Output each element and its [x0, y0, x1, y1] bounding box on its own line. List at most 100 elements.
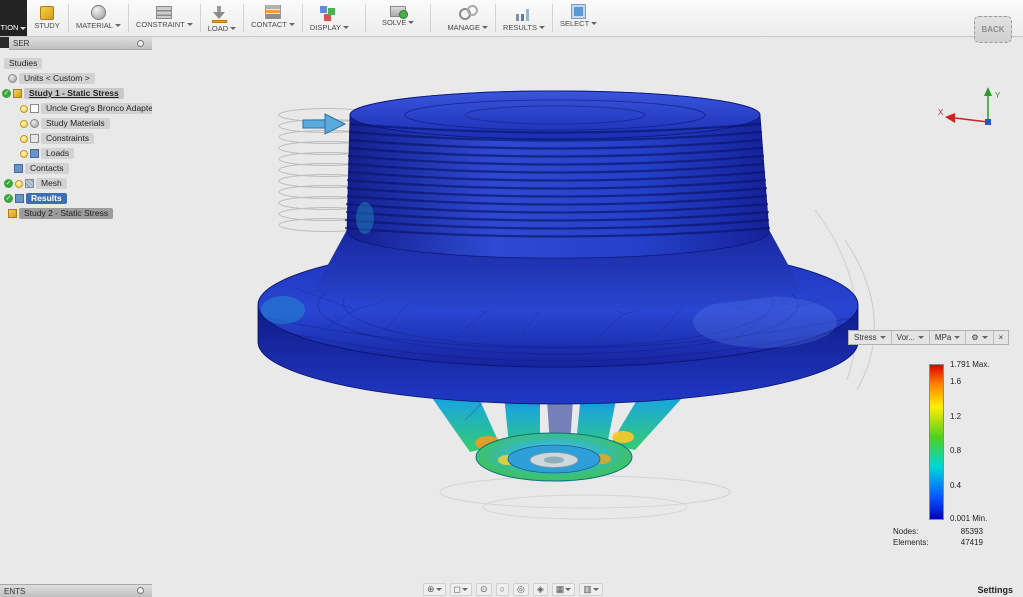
browser-panel: SER Studies Units < Custom > ✓ Study 1 -… [0, 37, 152, 221]
toolbar-label: MATERIAL [76, 21, 113, 30]
dropdown-caret-icon [982, 336, 988, 339]
dropdown-caret-icon [436, 588, 442, 591]
material-icon [91, 5, 106, 20]
toolbar-label: RESULTS [503, 23, 537, 32]
comments-panel-header: ENTS [0, 584, 152, 597]
model-hub [476, 433, 632, 481]
units-icon [8, 74, 17, 83]
toolbar-divider [430, 4, 431, 32]
stress-colorbar [929, 364, 944, 520]
display-settings-icon[interactable]: ▦ [552, 583, 576, 596]
legend-tick: 1.6 [950, 377, 1014, 386]
dropdown-caret-icon [593, 588, 599, 591]
nodes-value: 85393 [961, 527, 983, 536]
toolbar-divider [128, 4, 129, 32]
browser-item-label[interactable]: Study 2 - Static Stress [19, 208, 113, 219]
browser-item-label[interactable]: Study 1 - Static Stress [24, 88, 124, 99]
browser-item-study-materials[interactable]: Study Materials [0, 116, 152, 131]
legend-quantity-label: Stress [854, 333, 877, 342]
browser-item-label[interactable]: Mesh [36, 178, 67, 189]
toolbar-label: DISPLAY [310, 23, 341, 32]
dropdown-caret-icon [20, 27, 26, 30]
visibility-bulb-icon[interactable] [15, 180, 23, 188]
orbit-icon[interactable]: ○ [496, 583, 509, 596]
toolbar-label: MANAGE [447, 23, 480, 32]
toolbar-group-solve[interactable]: SOLVE [376, 0, 420, 36]
toolbar-divider [495, 4, 496, 32]
results-icon [514, 4, 534, 22]
study-icon [13, 89, 22, 98]
legend-close-button[interactable]: × [994, 331, 1009, 344]
toolbar-group-material[interactable]: MATERIAL [70, 0, 127, 36]
browser-item-label[interactable]: Study Materials [41, 118, 110, 129]
toolbar-group-manage[interactable]: MANAGE [441, 0, 494, 36]
browser-item-label[interactable]: Uncle Greg's Bronco Adapte... [41, 103, 152, 114]
browser-item-label[interactable]: Contacts [25, 163, 69, 174]
triad-y-label: Y [995, 91, 1001, 100]
browser-item-label[interactable]: Studies [4, 58, 42, 69]
select-icon [572, 5, 585, 18]
check-icon: ✓ [4, 194, 13, 203]
panel-toggle-icon[interactable] [137, 587, 144, 594]
panel-toggle-icon[interactable] [137, 40, 144, 47]
browser-item-studies[interactable]: Studies [0, 56, 152, 71]
toolbar-group-load[interactable]: LOAD [202, 0, 242, 36]
toolbar-divider [365, 4, 366, 32]
browser-item-study1[interactable]: ✓ Study 1 - Static Stress [0, 86, 152, 101]
visibility-bulb-icon[interactable] [20, 135, 28, 143]
back-button[interactable]: BACK [974, 16, 1012, 43]
dropdown-caret-icon [591, 22, 597, 25]
browser-item-mesh[interactable]: ✓ Mesh [0, 176, 152, 191]
mesh-icon [25, 179, 34, 188]
browser-item-model[interactable]: Uncle Greg's Bronco Adapte... [0, 101, 152, 116]
toolbar-group-results[interactable]: RESULTS [497, 0, 551, 36]
toolbar-group-constraint[interactable]: CONSTRAINT [130, 0, 199, 36]
visibility-bulb-icon[interactable] [20, 150, 28, 158]
toolbar-group-select[interactable]: SELECT [554, 0, 603, 36]
toolbar-label: SOLVE [382, 18, 406, 27]
toolbar-group-display[interactable]: DISPLAY [304, 0, 355, 36]
browser-item-constraints[interactable]: Constraints [0, 131, 152, 146]
legend-quantity-dropdown[interactable]: Stress [849, 331, 892, 344]
browser-item-units[interactable]: Units < Custom > [0, 71, 152, 86]
toolbar-divider [200, 4, 201, 32]
visibility-bulb-icon[interactable] [20, 120, 28, 128]
comments-header-label: ENTS [4, 587, 25, 596]
results-icon [15, 194, 24, 203]
toolbar-group-contact[interactable]: CONTACT [245, 0, 301, 36]
zoom-window-icon[interactable]: ◈ [533, 583, 548, 596]
settings-button[interactable]: Settings [977, 585, 1013, 595]
browser-item-label[interactable]: Results [26, 193, 67, 204]
axis-triad[interactable]: Y X [938, 84, 1008, 132]
visibility-bulb-icon[interactable] [20, 105, 28, 113]
fit-view-icon[interactable]: ◻ [450, 583, 472, 596]
legend-component-dropdown[interactable]: Vor... [892, 331, 930, 344]
legend-settings-button[interactable]: ⚙ [966, 331, 993, 344]
browser-item-label[interactable]: Constraints [41, 133, 94, 144]
load-icon [212, 5, 232, 23]
zoom-icon[interactable]: ◎ [513, 583, 529, 596]
study-icon [40, 6, 54, 20]
fea-model-viewport[interactable] [155, 60, 905, 535]
browser-item-study2[interactable]: Study 2 - Static Stress [0, 206, 152, 221]
study-icon [8, 209, 17, 218]
toolbar-label: SELECT [560, 19, 589, 28]
toolbar-label: STUDY [34, 21, 59, 30]
toolbar-group-study[interactable]: STUDY [27, 0, 67, 36]
browser-item-results[interactable]: ✓ Results [0, 191, 152, 206]
solve-icon [390, 6, 406, 17]
browser-item-loads[interactable]: Loads [0, 146, 152, 161]
browser-header: SER [9, 37, 152, 50]
browser-item-contacts[interactable]: Contacts [0, 161, 152, 176]
toolbar-divider [552, 4, 553, 32]
close-icon: × [999, 333, 1004, 342]
dropdown-caret-icon [115, 24, 121, 27]
grid-settings-icon[interactable]: ▥ [579, 583, 603, 596]
nodes-label: Nodes: [893, 527, 918, 536]
grab-icon[interactable]: ⊙ [476, 583, 492, 596]
workspace-switcher[interactable]: TION [0, 0, 27, 36]
browser-item-label[interactable]: Units < Custom > [19, 73, 95, 84]
legend-unit-dropdown[interactable]: MPa [930, 331, 966, 344]
pan-icon[interactable]: ⊕ [423, 583, 446, 596]
browser-item-label[interactable]: Loads [41, 148, 74, 159]
